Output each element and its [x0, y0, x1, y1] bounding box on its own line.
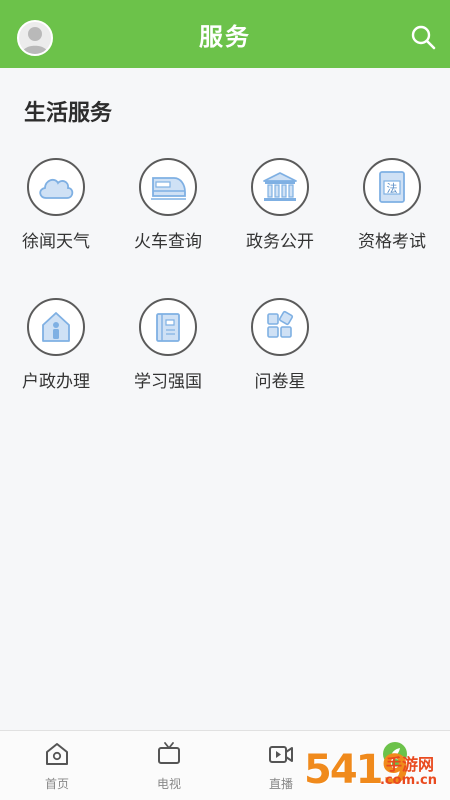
- nav-label-live: 直播: [268, 777, 293, 791]
- service-study[interactable]: 学习强国: [112, 298, 224, 408]
- house-person-icon: [42, 312, 70, 342]
- section-title: 生活服务: [24, 101, 113, 126]
- svg-text:法: 法: [387, 181, 398, 195]
- service-label: 户政办理: [22, 372, 90, 392]
- service-government[interactable]: 政务公开: [224, 158, 336, 268]
- tv-icon: [158, 742, 180, 764]
- survey-icon-circle: [251, 298, 309, 356]
- law-book-icon: 法: [379, 171, 405, 203]
- cloud-icon: [39, 178, 74, 199]
- watermark-cn: 手游网: [386, 755, 435, 774]
- study-book-icon: [156, 313, 180, 342]
- service-survey[interactable]: 问卷星: [224, 298, 336, 408]
- service-label: 政务公开: [246, 232, 314, 252]
- exam-icon-circle: 法: [363, 158, 421, 216]
- search-icon[interactable]: [410, 24, 436, 50]
- home-icon: [46, 743, 68, 765]
- service-label: 资格考试: [358, 232, 426, 252]
- app-grid-icon: [267, 310, 294, 338]
- weather-icon-circle: [27, 158, 85, 216]
- train-icon: [151, 177, 186, 200]
- service-household[interactable]: 户政办理: [0, 298, 112, 408]
- government-icon-circle: [251, 158, 309, 216]
- page-title: 服务: [199, 22, 251, 51]
- nav-home[interactable]: 首页: [17, 741, 97, 800]
- study-icon-circle: [139, 298, 197, 356]
- avatar[interactable]: [17, 20, 53, 56]
- train-icon-circle: [139, 158, 197, 216]
- nav-label-tv: 电视: [156, 777, 181, 791]
- household-icon-circle: [27, 298, 85, 356]
- app-header: 服务: [0, 0, 450, 68]
- nav-tv[interactable]: 电视: [129, 741, 209, 800]
- user-avatar-icon: [22, 27, 48, 54]
- watermark-domain: .com.cn: [380, 773, 438, 788]
- service-train[interactable]: 火车查询: [112, 158, 224, 268]
- government-building-icon: [263, 172, 297, 201]
- site-watermark: 5419 手游网 .com.cn: [300, 745, 450, 800]
- service-label: 问卷星: [254, 372, 306, 392]
- service-weather[interactable]: 徐闻天气: [0, 158, 112, 268]
- service-label: 学习强国: [134, 372, 202, 392]
- service-exam[interactable]: 法 资格考试: [336, 158, 448, 268]
- service-label: 火车查询: [134, 232, 202, 252]
- nav-label-home: 首页: [44, 777, 69, 791]
- live-video-icon: [269, 746, 293, 763]
- service-label: 徐闻天气: [22, 232, 90, 252]
